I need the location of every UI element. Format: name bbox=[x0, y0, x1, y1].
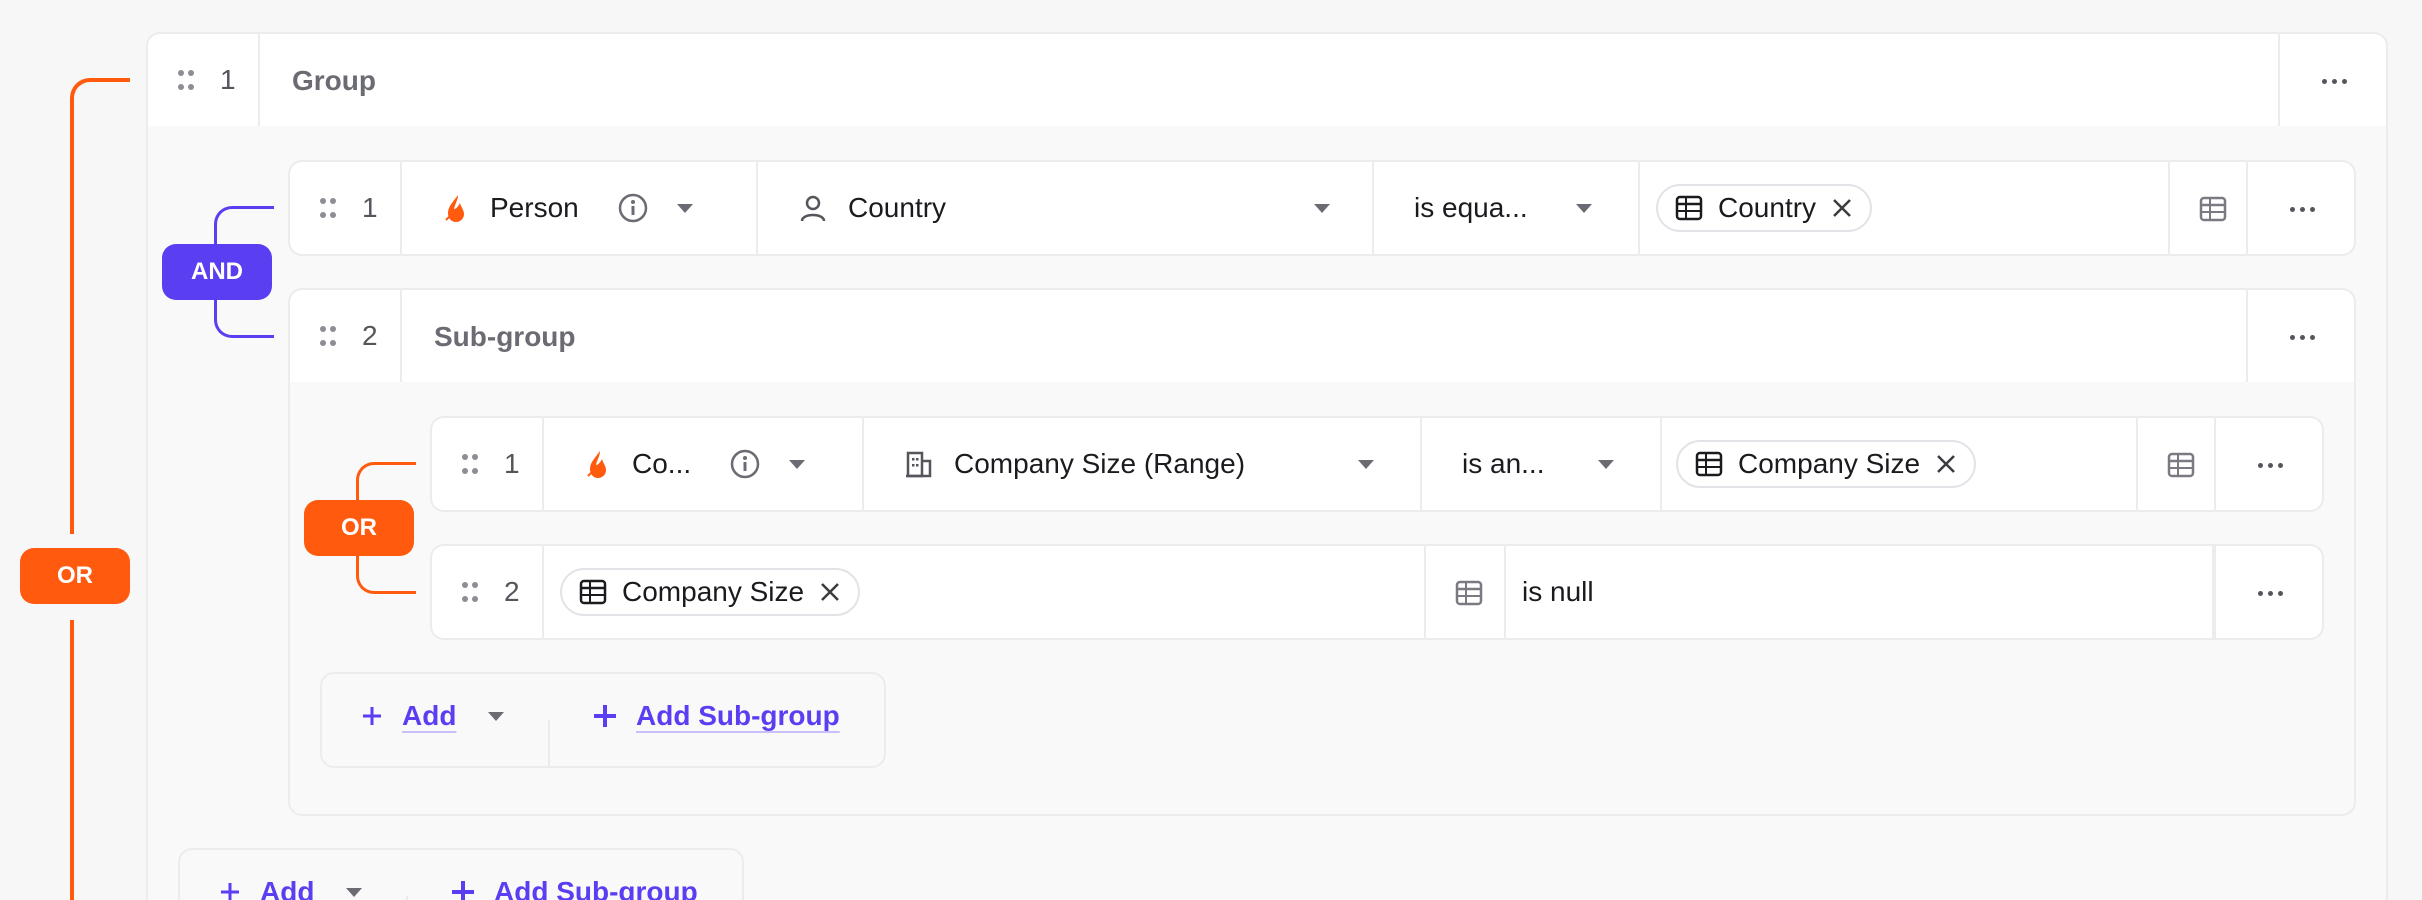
table-toggle-icon[interactable] bbox=[2198, 194, 2228, 224]
value-chip[interactable]: Country bbox=[1656, 184, 1873, 232]
building-icon bbox=[906, 451, 932, 478]
subgroup-title: Sub-group bbox=[434, 321, 576, 352]
operator-select[interactable]: is null bbox=[1506, 546, 2212, 638]
sub-or-line-top bbox=[356, 462, 416, 502]
field-label: Country bbox=[848, 192, 947, 223]
close-icon[interactable] bbox=[818, 580, 842, 604]
drag-handle-icon[interactable] bbox=[320, 198, 336, 218]
condition-index: 2 bbox=[504, 576, 520, 607]
table-icon bbox=[1695, 451, 1723, 477]
left-value-chip[interactable]: Company Size bbox=[560, 568, 861, 616]
add-condition-button[interactable]: Add bbox=[218, 876, 363, 900]
more-options-icon[interactable] bbox=[2322, 79, 2347, 84]
value-chip-label: Country bbox=[1718, 192, 1817, 223]
field-label: Company Size (Range) bbox=[954, 448, 1246, 479]
add-subgroup-label: Add Sub-group bbox=[494, 876, 698, 900]
chevron-down-icon[interactable] bbox=[676, 203, 693, 213]
group-header: 1 Group bbox=[146, 32, 2388, 128]
chevron-down-icon[interactable] bbox=[488, 711, 505, 721]
drag-handle-icon[interactable] bbox=[462, 454, 478, 474]
chevron-down-icon[interactable] bbox=[346, 887, 363, 897]
chevron-down-icon[interactable] bbox=[1358, 460, 1374, 469]
table-toggle-icon[interactable] bbox=[2166, 450, 2196, 480]
group-title: Group bbox=[292, 65, 376, 96]
more-options-icon[interactable] bbox=[2258, 463, 2283, 468]
add-subgroup-button[interactable]: Add Sub-group bbox=[592, 700, 840, 732]
condition-index: 1 bbox=[504, 448, 520, 479]
condition-row: 2 Company Size is null bbox=[430, 544, 2324, 640]
drag-handle-icon[interactable] bbox=[462, 582, 478, 602]
more-options-icon[interactable] bbox=[2290, 335, 2315, 340]
and-line-bottom bbox=[214, 296, 274, 338]
subgroup-index: 2 bbox=[362, 320, 378, 351]
drag-handle-icon[interactable] bbox=[178, 70, 194, 90]
table-icon bbox=[1675, 195, 1703, 221]
more-options-icon[interactable] bbox=[2290, 207, 2315, 212]
root-or-line-top bbox=[70, 78, 130, 534]
root-or-badge[interactable]: OR bbox=[20, 548, 130, 604]
condition-row: 1 Co... Company Size (Range) is an... Co… bbox=[430, 416, 2324, 512]
person-icon bbox=[800, 195, 826, 222]
plus-icon bbox=[452, 881, 474, 900]
field-select[interactable]: Company Size (Range) bbox=[864, 418, 1420, 510]
operator-label: is an... bbox=[1462, 448, 1545, 479]
value-chip-label: Company Size bbox=[1738, 448, 1921, 479]
chevron-down-icon[interactable] bbox=[1314, 204, 1330, 213]
close-icon[interactable] bbox=[1934, 452, 1958, 476]
table-icon bbox=[579, 579, 607, 605]
source-select[interactable]: Person bbox=[402, 162, 756, 254]
source-label: Co... bbox=[632, 448, 692, 479]
chevron-down-icon[interactable] bbox=[1576, 204, 1592, 213]
sub-or-badge[interactable]: OR bbox=[304, 500, 414, 556]
operator-label: is equa... bbox=[1414, 192, 1528, 223]
operator-label: is null bbox=[1522, 576, 1594, 607]
plus-icon bbox=[594, 705, 616, 727]
subgroup-header: 2 Sub-group bbox=[288, 288, 2356, 384]
plus-icon bbox=[363, 707, 381, 725]
chevron-down-icon[interactable] bbox=[1598, 460, 1614, 469]
info-icon[interactable] bbox=[617, 192, 649, 224]
source-label: Person bbox=[490, 192, 579, 223]
close-icon[interactable] bbox=[1830, 196, 1854, 220]
subgroup-add-bar: Add Add Sub-group bbox=[320, 672, 886, 768]
operator-select[interactable]: is an... bbox=[1422, 418, 1660, 510]
and-line-top bbox=[214, 206, 274, 246]
add-label: Add bbox=[260, 876, 315, 900]
root-or-line-bottom bbox=[70, 620, 74, 900]
info-icon[interactable] bbox=[729, 448, 761, 480]
add-label: Add bbox=[402, 700, 457, 731]
plus-icon bbox=[221, 883, 239, 900]
operator-select[interactable]: is equa... bbox=[1374, 162, 1638, 254]
sub-or-line-bottom bbox=[356, 554, 416, 594]
condition-row: 1 Person Country is equa... Country bbox=[288, 160, 2356, 256]
drag-handle-icon[interactable] bbox=[320, 326, 336, 346]
add-subgroup-label: Add Sub-group bbox=[636, 700, 840, 731]
condition-index: 1 bbox=[362, 192, 378, 223]
group-index: 1 bbox=[220, 64, 236, 95]
value-chip[interactable]: Company Size bbox=[1676, 440, 1977, 488]
and-badge[interactable]: AND bbox=[162, 244, 272, 300]
left-chip-label: Company Size bbox=[622, 576, 805, 607]
table-toggle-icon[interactable] bbox=[1454, 578, 1484, 608]
more-options-icon[interactable] bbox=[2258, 591, 2283, 596]
field-select[interactable]: Country bbox=[758, 162, 1376, 254]
add-condition-button[interactable]: Add bbox=[360, 700, 505, 732]
flame-icon bbox=[445, 195, 464, 222]
source-select[interactable]: Co... bbox=[544, 418, 862, 510]
chevron-down-icon[interactable] bbox=[789, 459, 806, 469]
group-add-bar: Add Add Sub-group bbox=[178, 848, 744, 900]
add-subgroup-button[interactable]: Add Sub-group bbox=[450, 876, 698, 900]
flame-icon bbox=[587, 451, 606, 478]
